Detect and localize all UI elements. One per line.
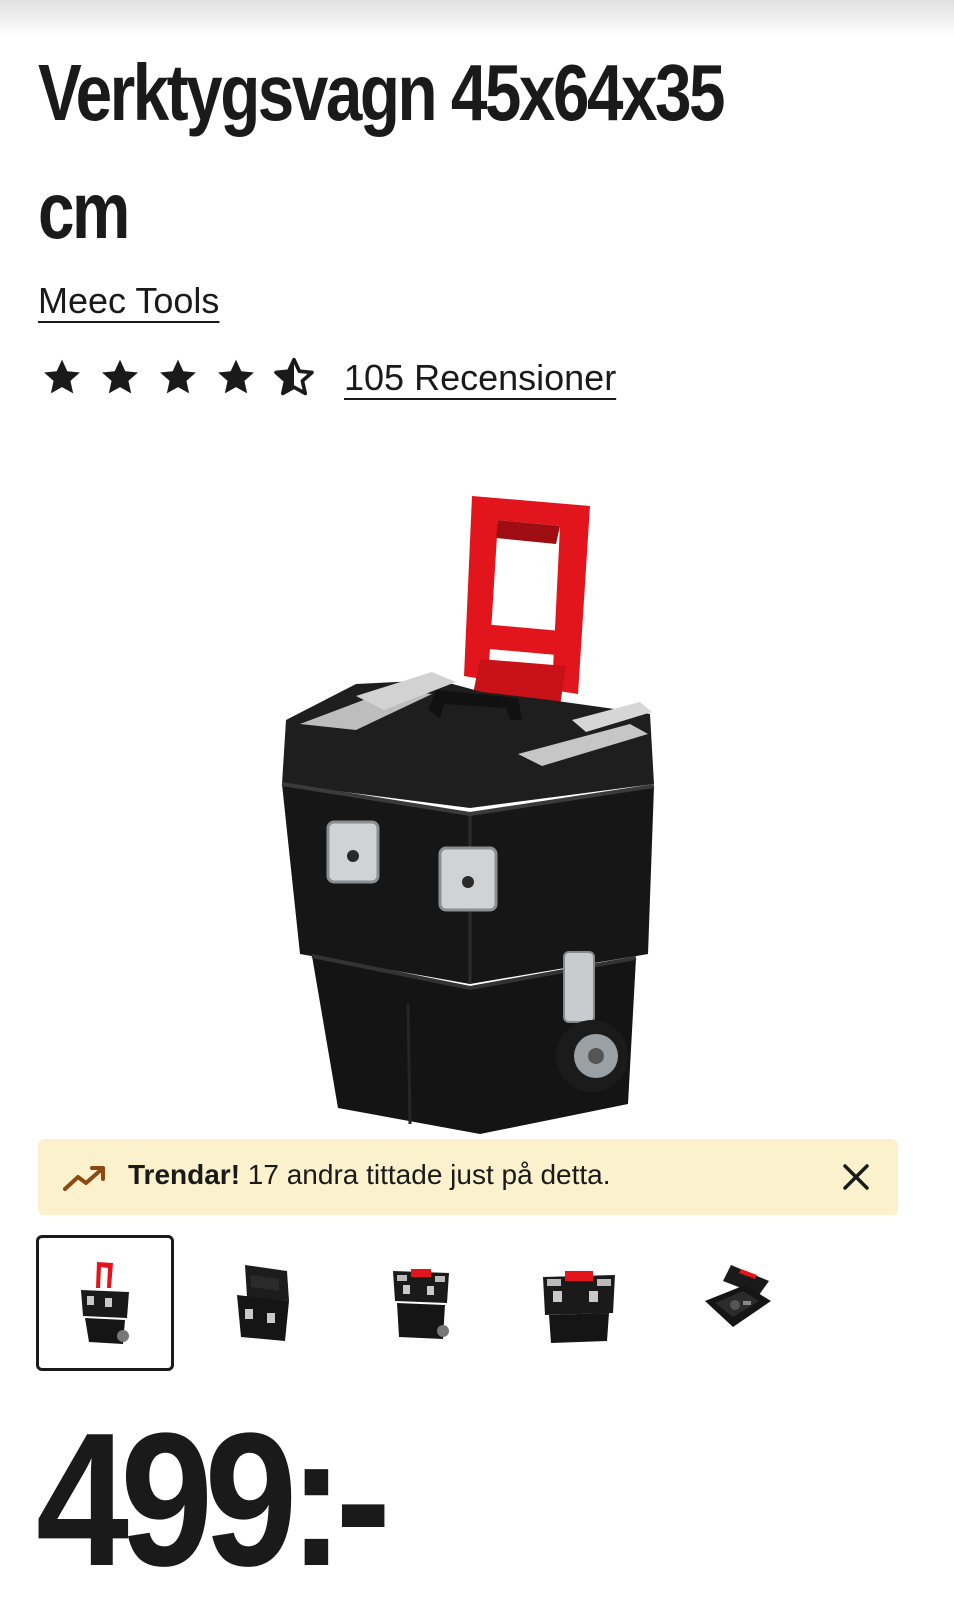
trend-banner: Trendar! 17 andra tittade just på detta.	[38, 1139, 898, 1215]
star-full-icon	[102, 359, 138, 394]
trend-text: Trendar! 17 andra tittade just på detta.	[128, 1159, 611, 1191]
trending-up-icon	[63, 1166, 105, 1191]
brand-link[interactable]: Meec Tools	[38, 280, 219, 322]
thumbnail-image	[393, 1269, 449, 1339]
product-price: 499:-	[36, 1394, 391, 1600]
rating-row[interactable]: 105 Recensioner	[40, 352, 616, 404]
thumbnail-strip	[36, 1235, 806, 1371]
thumbnail-1[interactable]	[36, 1235, 174, 1371]
star-half-icon	[274, 357, 314, 396]
thumbnail-5[interactable]	[668, 1235, 806, 1371]
reviews-link[interactable]: 105 Recensioner	[344, 357, 616, 399]
star-full-icon	[218, 359, 254, 394]
thumbnail-3[interactable]	[352, 1235, 490, 1371]
thumbnail-image	[81, 1262, 129, 1344]
product-title: Verktygsvagn 45x64x35 cm	[38, 48, 726, 255]
thumbnail-image	[543, 1271, 615, 1343]
close-icon[interactable]	[838, 1159, 874, 1195]
top-shadow	[0, 0, 954, 36]
product-image[interactable]	[260, 484, 680, 1144]
star-full-icon	[160, 359, 196, 394]
star-full-icon	[44, 359, 80, 394]
trend-label: Trendar!	[128, 1159, 241, 1190]
thumbnail-4[interactable]	[510, 1235, 648, 1371]
handle-shape	[464, 496, 590, 706]
rating-stars	[40, 356, 316, 400]
thumbnail-2[interactable]	[194, 1235, 332, 1371]
trend-message: 17 andra tittade just på detta.	[240, 1159, 611, 1190]
thumbnail-image	[705, 1265, 771, 1327]
thumbnail-image	[237, 1265, 289, 1341]
